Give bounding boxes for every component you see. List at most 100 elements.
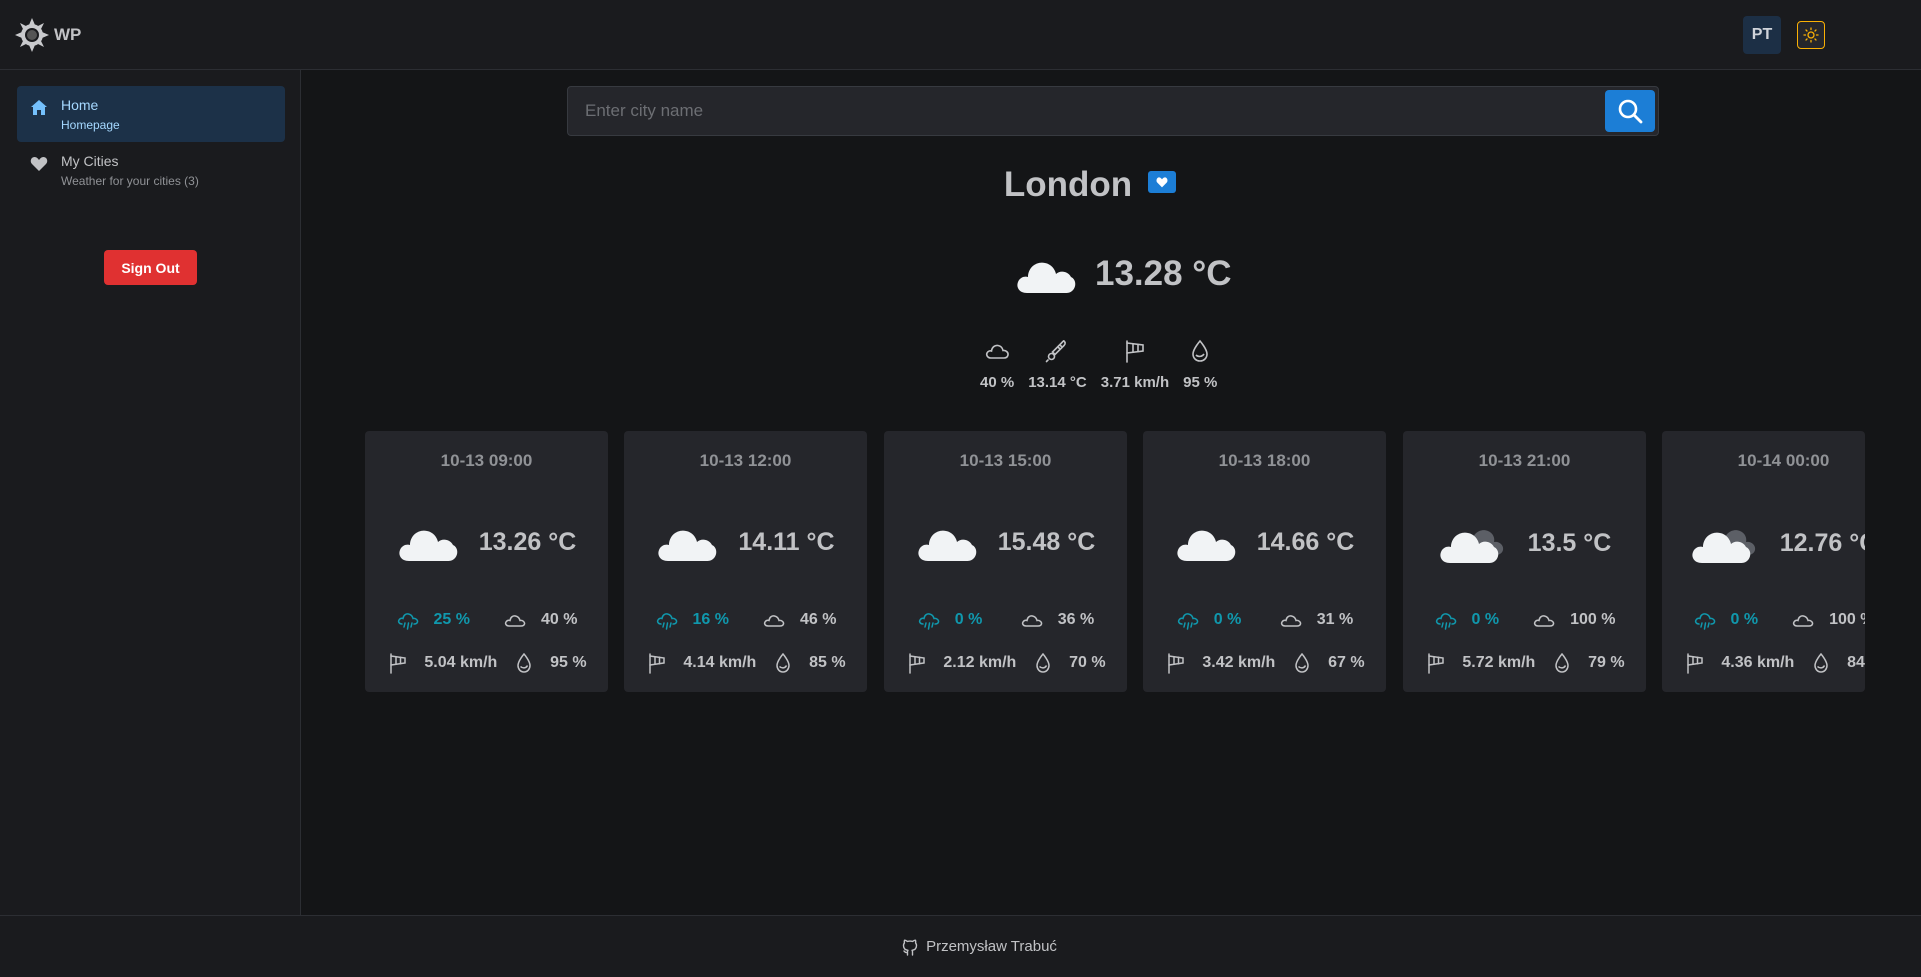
rain-cloud-icon [397,613,418,630]
droplet-icon [1295,652,1309,673]
header: WP PT [0,0,1921,70]
sidebar-item-label: Home [61,97,99,113]
forecast-temperature: 13.26 °C [478,527,577,556]
forecast-wind: 3.42 km/h [1202,654,1276,671]
stat-feels-like-value: 13.14 °C [1028,374,1087,391]
forecast-card: 10-13 15:00 15.48 °C 0 % 36 % 2.12 km/h … [884,431,1127,692]
forecast-clouds: 31 % [1316,611,1354,628]
sidebar-item-home[interactable]: Home Homepage [17,86,285,142]
forecast-card: 10-13 09:00 13.26 °C 25 % 40 % 5.04 km/h… [365,431,608,692]
stat-humidity-value: 95 % [1183,374,1218,391]
cloud-outline-icon [1533,615,1555,627]
search-icon [1618,99,1643,124]
droplet-icon [1814,652,1828,673]
heart-icon [1156,177,1168,188]
forecast-clouds: 100 % [1570,611,1616,628]
city-search-input[interactable] [568,87,1603,135]
stat-humidity: 95 % [1183,338,1217,391]
favorite-button[interactable] [1148,171,1177,193]
stat-wind-value: 3.71 km/h [1100,374,1170,391]
forecast-clouds: 46 % [800,611,837,628]
forecast-clouds: 36 % [1057,611,1095,628]
forecast-rain-chance: 16 % [692,611,729,628]
windsock-icon [909,653,926,674]
forecast-temperature: 13.5 °C [1527,528,1612,557]
sidebar-item-description: Homepage [61,118,120,132]
droplet-icon [1036,652,1050,673]
windsock-icon [1126,340,1144,363]
brand[interactable]: WP [14,17,81,53]
city-heading: London [0,160,1921,210]
city-name: London [1003,165,1133,204]
forecast-time: 10-13 09:00 [440,451,533,470]
forecast-wind: 5.72 km/h [1462,654,1536,671]
github-icon [902,939,918,956]
current-temperature: 13.28 °C [1095,254,1232,293]
forecast-temperature: 14.66 °C [1256,527,1355,556]
droplet-icon [776,652,790,673]
forecast-card: 10-13 12:00 14.11 °C 16 % 46 % 4.14 km/h… [624,431,867,692]
forecast-humidity: 85 % [809,654,846,671]
droplet-icon [1192,339,1209,362]
stat-wind: 3.71 km/h [1101,338,1169,391]
stat-feels-like: 13.14 °C [1028,338,1087,391]
forecast-wind: 5.04 km/h [424,654,498,671]
cloud-icon [1017,262,1076,293]
footer-author: Przemysław Trabuć [926,938,1057,955]
cloud-outline-icon [1280,615,1302,627]
rain-cloud-icon [918,613,940,630]
forecast-wind: 2.12 km/h [943,654,1017,671]
stat-clouds-value: 40 % [980,374,1015,391]
forecast-time: 10-13 12:00 [699,451,792,470]
windsock-icon [1428,653,1445,674]
language-button[interactable]: PT [1743,16,1781,54]
cloud-icon [1177,530,1236,561]
sign-out-button[interactable]: Sign Out [104,250,197,285]
rain-cloud-icon [1435,613,1456,630]
current-stats: 40 % 13.14 °C 3.71 km/h 95 % [980,338,1231,391]
windsock-icon [1687,653,1704,674]
rain-cloud-icon [1177,613,1199,630]
forecast-time: 10-13 21:00 [1478,451,1571,470]
brand-text: WP [54,24,82,44]
droplet-icon [517,652,531,673]
forecast-wind: 4.36 km/h [1721,654,1795,671]
forecast-wind: 4.14 km/h [683,654,757,671]
forecast-card: 10-13 18:00 14.66 °C 0 % 31 % 3.42 km/h … [1143,431,1386,692]
theme-toggle-button[interactable] [1797,21,1825,49]
thermometer-icon [1046,340,1067,363]
windsock-icon [649,653,666,674]
cloud-icon [399,530,458,561]
rain-cloud-icon [656,613,677,630]
footer-author-link[interactable]: Przemysław Trabuć [900,937,1057,957]
rain-cloud-icon [1694,613,1715,630]
forecast-clouds: 40 % [541,611,578,628]
app-root: WP PT Home Homepage My Cities Weather fo… [0,0,1921,977]
sun-icon [1803,27,1819,43]
forecast-temperature: 12.76 °C [1779,528,1865,557]
forecast-time: 10-13 15:00 [959,451,1052,470]
search-bar [567,86,1659,136]
forecast-temperature: 15.48 °C [997,527,1096,556]
search-button[interactable] [1605,90,1655,132]
clouds-icon [1692,530,1755,563]
forecast-rain-chance: 25 % [433,611,470,628]
forecast-card: 10-13 21:00 13.5 °C 0 % 100 % 5.72 km/h … [1403,431,1646,692]
forecast-humidity: 79 % [1588,654,1625,671]
footer: Przemysław Trabuć [0,915,1921,977]
cloud-outline-icon [1792,615,1814,627]
windsock-icon [390,653,407,674]
forecast-rain-chance: 0 % [1213,611,1242,628]
cloud-outline-icon [986,344,1009,359]
forecast-time: 10-14 00:00 [1737,451,1830,470]
forecast-time: 10-13 18:00 [1218,451,1311,470]
cloud-icon [658,530,717,561]
droplet-icon [1555,652,1569,673]
home-icon [31,100,47,115]
forecast-humidity: 67 % [1328,654,1365,671]
forecast-card: 10-14 00:00 12.76 °C 0 % 100 % 4.36 km/h… [1662,431,1865,692]
forecast-humidity: 70 % [1069,654,1106,671]
forecast-humidity: 95 % [550,654,587,671]
forecast-carousel[interactable]: 10-13 09:00 13.26 °C 25 % 40 % 5.04 km/h… [365,431,1865,692]
forecast-humidity: 84 % [1847,654,1865,671]
